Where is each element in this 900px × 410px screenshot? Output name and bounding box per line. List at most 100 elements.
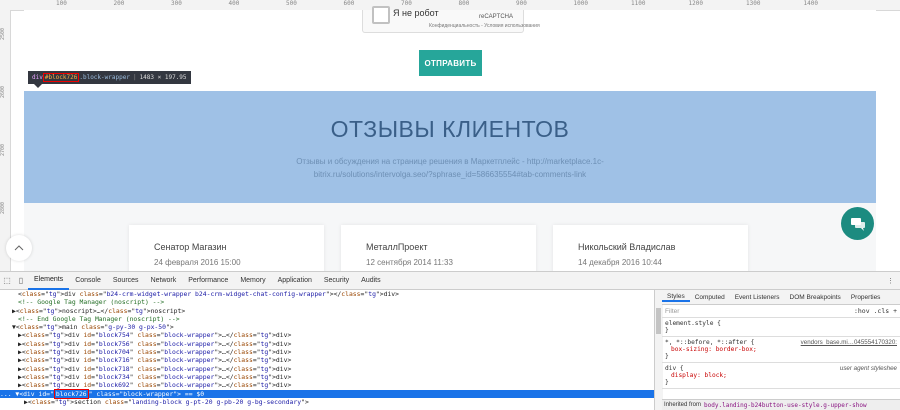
- reviews-title: ОТЗЫВЫ КЛИЕНТОВ: [330, 116, 570, 142]
- review-card: Сенатор Магазин 24 февраля 2016 15:00: [129, 225, 324, 271]
- chat-widget-button[interactable]: [841, 207, 874, 240]
- dom-node[interactable]: ▶<class="tg">div id="block734" class="bl…: [0, 373, 654, 381]
- ruler-mark: 200: [113, 0, 125, 7]
- review-card: Никольский Владислав 14 декабря 2016 10:…: [553, 225, 748, 271]
- css-property[interactable]: box-sizing: border-box;: [665, 346, 897, 353]
- dom-node[interactable]: <!-- End Google Tag Manager (noscript) -…: [0, 315, 654, 323]
- css-rule[interactable]: *, *::before, *::after {vendors_base.mi……: [662, 337, 900, 363]
- captcha-privacy-link[interactable]: Конфиденциальность - Условия использован…: [429, 23, 540, 29]
- dom-node[interactable]: <class="tg">div class="b24-crm-widget-wr…: [0, 290, 654, 298]
- review-card: МеталлПроект 12 сентября 2014 11:33: [341, 225, 536, 271]
- styles-pane: Styles Computed Event Listeners DOM Breakpo…: [662, 290, 900, 410]
- ruler-mark: 900: [516, 0, 527, 7]
- inspect-element-icon[interactable]: ⬚: [0, 272, 14, 289]
- tooltip-size: 1483 × 197.95: [139, 74, 187, 81]
- ruler-mark: 2800: [0, 201, 6, 214]
- ruler-mark: 400: [228, 0, 240, 7]
- dom-node-selected[interactable]: ... ▼<div id=" block726 " class="block-wra…: [0, 388, 654, 399]
- devtools-tab-console[interactable]: Console: [69, 272, 107, 289]
- dom-tree[interactable]: <class="tg">div class="b24-crm-widget-wr…: [0, 290, 654, 410]
- styles-tab-dom-breakpoints[interactable]: DOM Breakpoints: [785, 294, 846, 301]
- ruler-mark: 100: [56, 0, 67, 7]
- devtools-tabbar: ⬚ ▯ Elements Console Sources Network Perform…: [0, 272, 900, 290]
- styles-tab-styles[interactable]: Styles: [662, 293, 690, 302]
- review-author: МеталлПроект: [366, 242, 428, 252]
- scroll-top-button[interactable]: [6, 235, 32, 261]
- reviews-section: ОТЗЫВЫ КЛИЕНТОВ Отзывы и обсуждения на с…: [24, 91, 876, 203]
- dom-node[interactable]: ▶<class="tg">div id="block716" class="bl…: [0, 356, 654, 364]
- css-rule[interactable]: element.style {}: [662, 318, 900, 337]
- styles-tab-computed[interactable]: Computed: [690, 294, 730, 301]
- submit-button[interactable]: ОТПРАВИТЬ: [419, 50, 482, 76]
- styles-tab-event-listeners[interactable]: Event Listeners: [730, 294, 785, 301]
- styles-filter[interactable]: Filter :hov .cls +: [662, 305, 900, 318]
- captcha-checkbox[interactable]: [372, 6, 390, 24]
- dom-node[interactable]: ▶<class="tg">div id="block718" class="bl…: [0, 365, 654, 373]
- recaptcha-widget[interactable]: Я не робот reCAPTCHA Конфиденциальность …: [362, 6, 540, 33]
- ruler-mark: 2500: [0, 27, 6, 40]
- chevron-up-icon: [14, 245, 24, 251]
- ruler-mark: 600: [343, 0, 355, 7]
- devtools-panel: ⬚ ▯ Elements Console Sources Network Perform…: [0, 271, 900, 410]
- css-close: }: [665, 327, 669, 334]
- ruler-left: 2500 2600 2700 2800: [0, 10, 11, 271]
- ruler-mark: 500: [286, 0, 297, 7]
- dom-node[interactable]: <!-- Google Tag Manager (noscript) -->: [0, 298, 654, 306]
- styles-tabbar: Styles Computed Event Listeners DOM Breakpo…: [662, 290, 900, 305]
- ruler-mark: 300: [171, 0, 182, 7]
- dom-node[interactable]: ▼<class="tg">main class="g-py-30 g-px-50…: [0, 323, 654, 331]
- review-date: 12 сентября 2014 11:33: [366, 258, 453, 267]
- devtools-tab-audits[interactable]: Audits: [355, 272, 386, 289]
- ruler-mark: 2600: [0, 85, 6, 98]
- dom-node[interactable]: ▶<class="tg">noscript>…</class="tg">nosc…: [0, 307, 654, 315]
- css-rule-source[interactable]: user agent styleshee: [840, 365, 897, 372]
- css-selector: element.style {: [665, 320, 721, 327]
- captcha-brand: reCAPTCHA: [479, 14, 514, 20]
- css-close: }: [665, 353, 669, 360]
- css-rules: element.style {} *, *::before, *::after {…: [662, 318, 900, 389]
- devtools-tab-performance[interactable]: Performance: [182, 272, 234, 289]
- devtools-tab-network[interactable]: Network: [145, 272, 183, 289]
- css-rule[interactable]: div {user agent styleshee display: block;…: [662, 363, 900, 389]
- dom-node[interactable]: ▶<class="tg">div id="block704" class="bl…: [0, 348, 654, 356]
- devtools-tab-security[interactable]: Security: [318, 272, 355, 289]
- dom-node[interactable]: ▶<class="tg">div id="block692" class="bl…: [0, 381, 654, 389]
- css-close: }: [665, 379, 669, 386]
- filter-tools[interactable]: :hov .cls +: [854, 307, 897, 315]
- scrollbar-thumb[interactable]: [656, 308, 661, 334]
- ruler-mark: 1400: [803, 0, 818, 7]
- ruler-mark: 2700: [0, 143, 6, 156]
- ruler-mark: 1200: [688, 0, 703, 7]
- dom-node[interactable]: ▶<class="tg">div id="block754" class="bl…: [0, 331, 654, 339]
- devtools-tab-memory[interactable]: Memory: [234, 272, 271, 289]
- styles-tab-properties[interactable]: Properties: [846, 294, 886, 301]
- tooltip-tag: div: [32, 74, 43, 81]
- ruler-mark: 700: [401, 0, 412, 7]
- dom-node[interactable]: ▶<class="tg">div id="block756" class="bl…: [0, 340, 654, 348]
- captcha-label: Я не робот: [393, 8, 439, 18]
- tooltip-id: #block726: [42, 73, 80, 82]
- dom-node[interactable]: ▶<class="tg">section class="landing-bloc…: [0, 398, 654, 406]
- filter-input[interactable]: Filter: [665, 308, 679, 315]
- inherited-from: Inherited from body.landing-b24button-use…: [662, 399, 900, 410]
- device-toolbar-icon[interactable]: ▯: [14, 272, 28, 289]
- css-property[interactable]: display: block;: [665, 372, 897, 379]
- css-rule-source[interactable]: vendors_base.mi…045554170320:: [801, 339, 897, 346]
- reviews-description[interactable]: Отзывы и обсуждения на странице решения …: [274, 155, 626, 181]
- devtools-tab-sources[interactable]: Sources: [107, 272, 145, 289]
- devtools-tab-elements[interactable]: Elements: [28, 271, 70, 290]
- devtools-tab-application[interactable]: Application: [272, 272, 318, 289]
- page-viewport: 100 200 300 400 500 600 700 800 900 1000 1100 1200 1…: [0, 0, 900, 271]
- ruler-mark: 800: [458, 0, 470, 7]
- landing-page: Я не робот reCAPTCHA Конфиденциальность …: [24, 6, 876, 271]
- element-inspect-tooltip: div #block726 .block-wrapper | 1483 × 197.95: [28, 71, 191, 88]
- ruler-mark: 1300: [746, 0, 761, 7]
- review-date: 24 февраля 2016 15:00: [154, 258, 241, 267]
- chat-icon: [850, 217, 865, 231]
- review-date: 14 декабря 2016 10:44: [578, 258, 662, 267]
- inherited-value[interactable]: body.landing-b24button-use-style.g-upper…: [704, 402, 867, 409]
- ruler-mark: 1100: [631, 0, 646, 7]
- inherited-label: Inherited from: [664, 402, 702, 408]
- more-tabs-icon[interactable]: ⋮: [881, 277, 900, 285]
- tooltip-class: .block-wrapper: [79, 74, 130, 81]
